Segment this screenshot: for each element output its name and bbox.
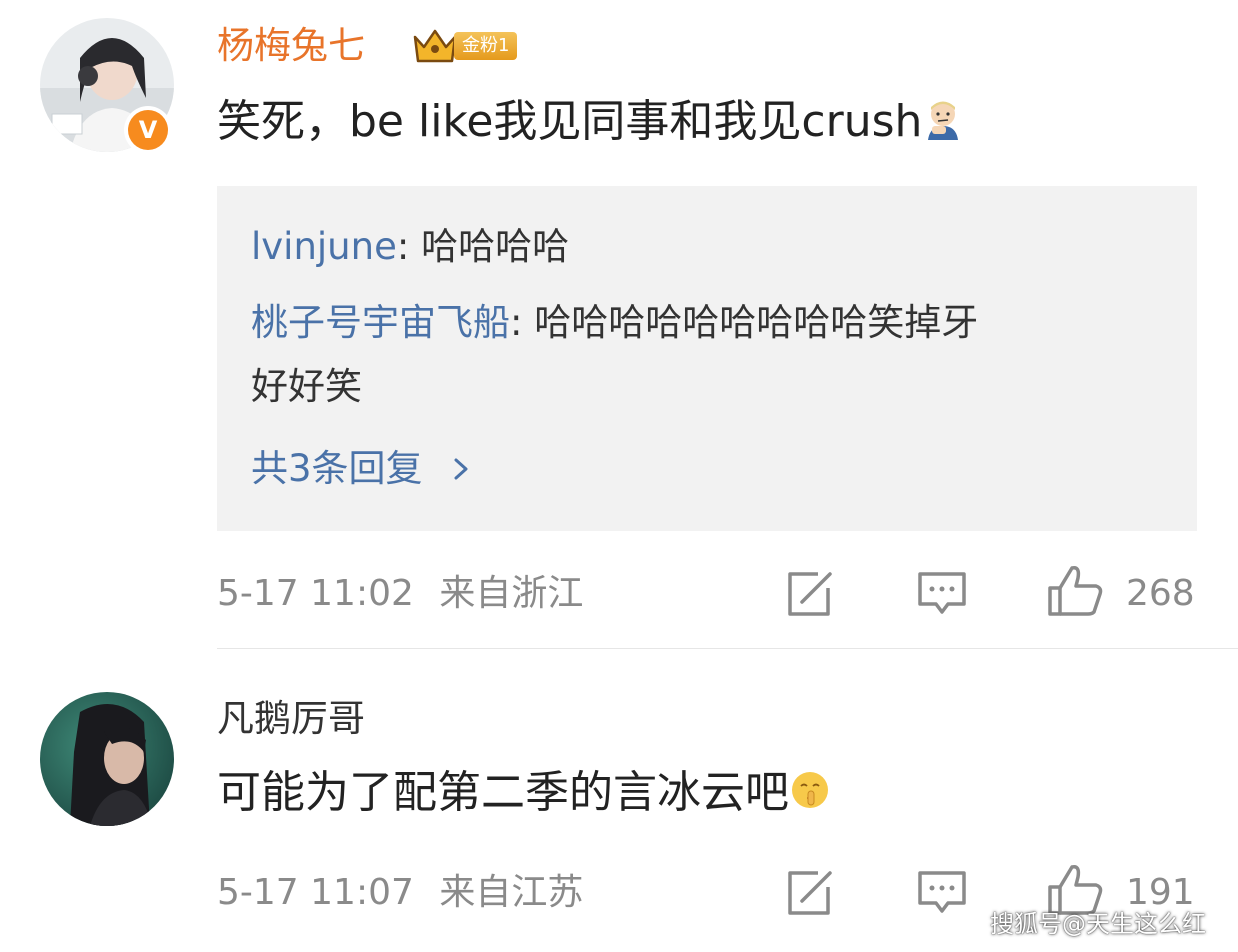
repost-icon[interactable] (784, 869, 836, 917)
username[interactable]: 杨梅兔七 (217, 22, 365, 70)
comment-item: V 杨梅兔七 金粉1 笑死，be like我见同事和我见crush lvinju… (0, 0, 1238, 648)
comment-text-body: 笑死，be like我见同事和我见crush (217, 96, 923, 147)
reply-preview-box[interactable]: lvinjune: 哈哈哈哈 桃子号宇宙飞船: 哈哈哈哈哈哈哈哈哈笑掉牙 好好笑… (217, 186, 1197, 531)
watermark: 搜狐号@天生这么红 (990, 910, 1206, 938)
timestamp: 5-17 11:07 (217, 872, 414, 913)
comment-text: 笑死，be like我见同事和我见crush (217, 94, 964, 150)
reply-username[interactable]: 桃子号宇宙飞船 (251, 301, 510, 344)
username[interactable]: 凡鹅厉哥 (217, 695, 365, 743)
fan-badge-label: 金粉1 (454, 32, 518, 60)
comment-meta: 5-17 11:02 来自浙江 (217, 570, 583, 618)
location: 来自浙江 (439, 573, 584, 614)
like-thumb-icon[interactable] (1046, 564, 1104, 618)
like-count: 268 (1126, 573, 1195, 614)
comment-icon[interactable] (916, 570, 968, 618)
fan-badge[interactable]: 金粉1 (412, 27, 518, 65)
chevron-right-icon (454, 458, 468, 480)
comment-text-body: 可能为了配第二季的言冰云吧 (217, 767, 789, 818)
more-replies-link[interactable]: 共3条回复 (251, 438, 476, 500)
repost-icon[interactable] (784, 570, 836, 618)
reply-item: lvinjune: 哈哈哈哈 (251, 225, 570, 268)
thinking-man-emoji (928, 101, 959, 140)
crown-icon (413, 29, 457, 63)
comment-text: 可能为了配第二季的言冰云吧 (217, 765, 831, 821)
location: 来自江苏 (439, 872, 584, 913)
reply-text: 哈哈哈哈哈哈哈哈哈笑掉牙 (534, 301, 979, 344)
timestamp: 5-17 11:02 (217, 573, 414, 614)
avatar[interactable] (40, 692, 174, 826)
reply-username[interactable]: lvinjune (251, 225, 397, 268)
shush-face-emoji (792, 772, 828, 808)
verified-badge: V (124, 106, 172, 154)
reply-text-continuation: 好好笑 (251, 365, 362, 408)
reply-item: 桃子号宇宙飞船: 哈哈哈哈哈哈哈哈哈笑掉牙 (251, 301, 979, 344)
comment-icon[interactable] (916, 869, 968, 917)
comment-meta: 5-17 11:07 来自江苏 (217, 869, 583, 917)
reply-text: 哈哈哈哈 (421, 225, 570, 268)
